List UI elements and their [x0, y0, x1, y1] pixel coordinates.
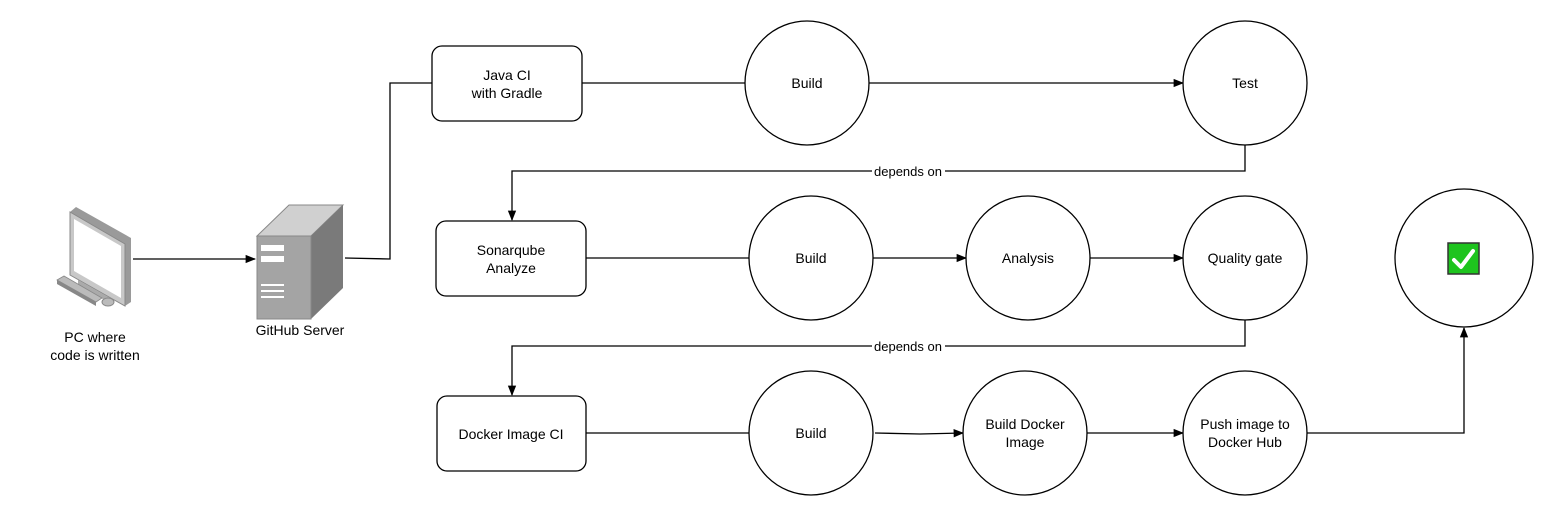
step-label: Build Docker — [985, 416, 1065, 432]
edge-to-success — [1307, 326, 1469, 434]
step-label: Build — [791, 75, 822, 91]
edge-depends-on-2 — [507, 320, 1246, 397]
pipeline-sonarqube[interactable] — [435, 220, 587, 297]
pipeline-java-ci[interactable] — [431, 45, 583, 122]
depends-on-label-1: depends on — [874, 164, 942, 179]
depends-on-label-2: depends on — [874, 339, 942, 354]
step-label: Docker Hub — [1208, 434, 1282, 450]
step-label: Build — [795, 250, 826, 266]
server-tower-icon — [255, 204, 345, 320]
step-label: Quality gate — [1208, 250, 1283, 266]
pipeline-sonarqube-label2: Analyze — [486, 260, 536, 276]
pc-label-line1: PC where — [64, 329, 126, 345]
ci-pipeline-diagram: PC where code is written GitHub Server J… — [50, 20, 1534, 496]
step-label: Push image to — [1200, 416, 1290, 432]
step-label: Image — [1006, 434, 1045, 450]
step-label: Test — [1232, 75, 1258, 91]
server-label: GitHub Server — [256, 322, 345, 338]
edge — [874, 429, 965, 438]
pipeline-java-ci-label1: Java CI — [483, 67, 530, 83]
pc-label-line2: code is written — [50, 347, 139, 363]
edge-depends-on-1 — [507, 145, 1246, 222]
edge-server-to-java-ci — [344, 82, 432, 260]
pipeline-java-ci-label2: with Gradle — [471, 85, 543, 101]
step-label: Build — [795, 425, 826, 441]
step-label: Analysis — [1002, 250, 1054, 266]
step-push-image[interactable] — [1182, 370, 1308, 496]
pipeline-sonarqube-label1: Sonarqube — [477, 242, 546, 258]
desktop-computer-icon — [56, 207, 131, 307]
step-build-docker-image[interactable] — [962, 370, 1088, 496]
green-checkmark-icon — [1447, 242, 1480, 275]
pipeline-docker-label: Docker Image CI — [458, 426, 563, 442]
